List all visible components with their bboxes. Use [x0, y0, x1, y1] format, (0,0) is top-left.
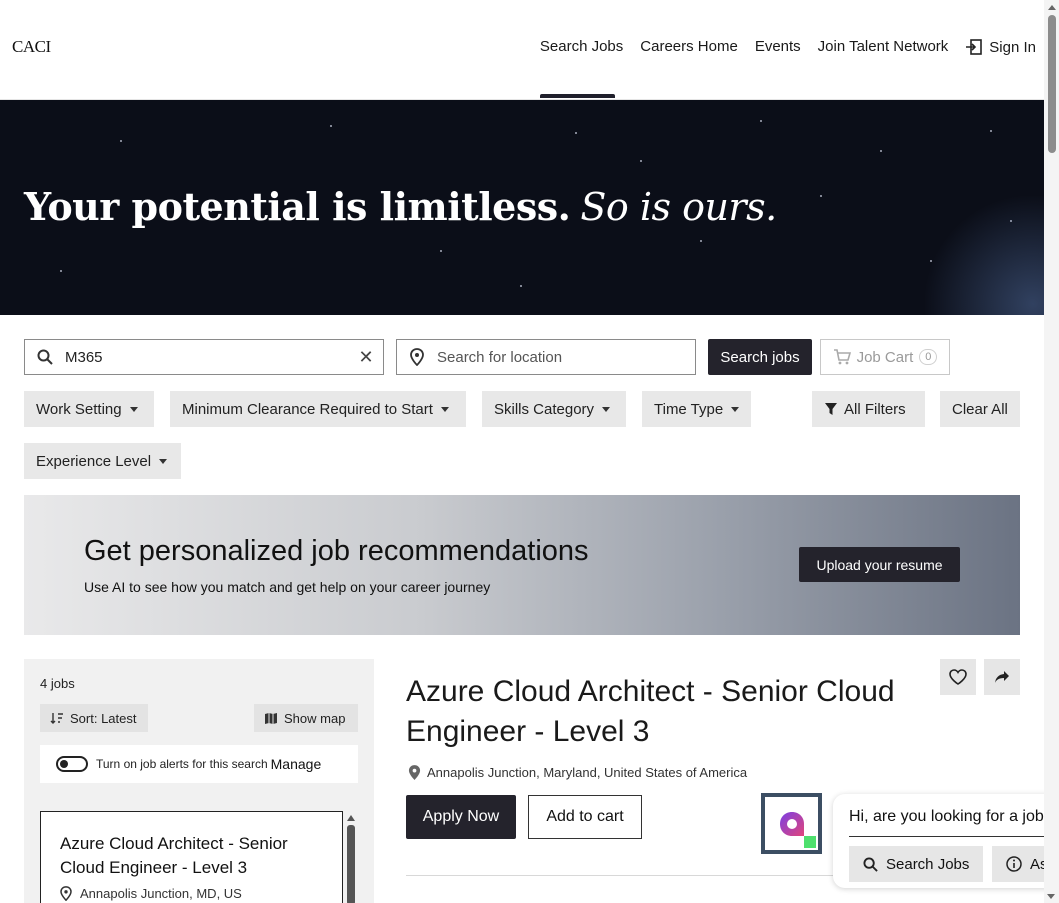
map-icon — [265, 712, 277, 724]
chat-chip-search-jobs[interactable]: Search Jobs — [849, 846, 984, 882]
location-pin-icon — [397, 348, 437, 366]
filter-clearance-label: Minimum Clearance Required to Start — [182, 400, 433, 418]
scroll-up-icon[interactable] — [1047, 5, 1056, 10]
cart-icon — [833, 349, 851, 365]
sort-icon — [50, 713, 63, 724]
filter-skills-category[interactable]: Skills Category — [482, 391, 626, 427]
all-filters-label: All Filters — [844, 400, 906, 418]
job-detail-location-text: Annapolis Junction, Maryland, United Sta… — [427, 765, 748, 780]
keyword-search[interactable]: M365 ✕ — [24, 339, 384, 375]
clear-icon[interactable]: ✕ — [349, 347, 383, 368]
apply-now-button[interactable]: Apply Now — [406, 795, 516, 839]
nav-sign-in[interactable]: Sign In — [965, 38, 1036, 56]
hero-title-italic: So is ours. — [580, 185, 777, 229]
scroll-down-icon[interactable] — [1047, 894, 1055, 899]
job-alerts-toggle[interactable] — [56, 756, 88, 772]
scroll-up-icon[interactable] — [347, 815, 355, 821]
job-detail-location: Annapolis Junction, Maryland, United Sta… — [408, 764, 747, 781]
hero-title-main: Your potential is limitless. — [24, 184, 571, 229]
show-map-button[interactable]: Show map — [254, 704, 358, 732]
chevron-down-icon — [129, 406, 138, 412]
job-count: 4 jobs — [40, 676, 75, 691]
filter-clearance[interactable]: Minimum Clearance Required to Start — [170, 391, 466, 427]
filter-experience-level[interactable]: Experience Level — [24, 443, 181, 479]
location-input[interactable]: Search for location — [437, 349, 695, 366]
job-cart-button[interactable]: Job Cart 0 — [820, 339, 950, 375]
job-card-title: Azure Cloud Architect - Senior Cloud Eng… — [60, 834, 288, 877]
chat-chip-search-label: Search Jobs — [886, 855, 970, 873]
info-icon — [1006, 856, 1022, 872]
manage-alerts-link[interactable]: Manage — [271, 756, 322, 772]
heart-icon — [949, 669, 967, 685]
upload-resume-button[interactable]: Upload your resume — [799, 547, 960, 582]
page-scrollbar[interactable] — [1044, 0, 1059, 903]
filter-work-setting[interactable]: Work Setting — [24, 391, 154, 427]
results-scroll-thumb[interactable] — [347, 825, 355, 903]
hero-banner: Your potential is limitless. So is ours. — [0, 100, 1044, 315]
job-card[interactable]: Azure Cloud Architect - Senior Cloud Eng… — [40, 811, 343, 903]
clear-all-label: Clear All — [952, 400, 1008, 418]
search-icon — [25, 349, 65, 365]
banner-title: Get personalized job recommendations — [84, 535, 589, 567]
chat-message: Hi, are you looking for a job — [849, 808, 1044, 825]
job-detail-title: Azure Cloud Architect - Senior Cloud Eng… — [406, 675, 895, 748]
sign-in-icon — [966, 39, 983, 55]
chevron-down-icon — [602, 406, 611, 412]
results-scrollbar[interactable] — [345, 815, 357, 903]
sort-label: Sort: Latest — [70, 710, 137, 726]
cart-count-badge: 0 — [919, 349, 938, 365]
share-job-button[interactable] — [984, 659, 1020, 695]
job-alerts-row: Turn on job alerts for this search Manag… — [40, 745, 358, 783]
keyword-input[interactable]: M365 — [65, 349, 349, 366]
job-alerts-label: Turn on job alerts for this search — [96, 757, 268, 771]
location-pin-icon — [408, 765, 421, 780]
filter-work-setting-label: Work Setting — [36, 400, 122, 418]
page-scroll-thumb[interactable] — [1047, 15, 1056, 153]
sign-in-label: Sign In — [989, 38, 1036, 56]
chevron-down-icon — [159, 458, 168, 464]
filter-experience-label: Experience Level — [36, 452, 152, 470]
search-icon — [863, 856, 878, 872]
share-icon — [995, 671, 1009, 683]
chatbot-logo-icon — [779, 811, 804, 836]
chevron-down-icon — [731, 406, 740, 412]
chevron-down-icon — [440, 406, 449, 412]
filter-time-type[interactable]: Time Type — [642, 391, 751, 427]
online-status-dot — [804, 836, 816, 848]
nav-careers-home[interactable]: Careers Home — [640, 38, 738, 56]
chatbot-avatar[interactable] — [761, 793, 822, 854]
location-search[interactable]: Search for location — [396, 339, 696, 375]
save-job-button[interactable] — [940, 659, 976, 695]
hero-title: Your potential is limitless. So is ours. — [24, 184, 777, 229]
add-to-cart-button[interactable]: Add to cart — [528, 795, 642, 839]
job-card-location-text: Annapolis Junction, MD, US — [80, 886, 242, 901]
clear-all-button[interactable]: Clear All — [940, 391, 1020, 427]
recommendations-banner: Get personalized job recommendations Use… — [24, 495, 1020, 635]
show-map-label: Show map — [284, 710, 346, 726]
site-header: CACI Search Jobs Careers Home Events Joi… — [0, 0, 1044, 100]
nav-join-talent-network[interactable]: Join Talent Network — [818, 38, 949, 56]
results-panel: 4 jobs Sort: Latest Show map Turn on job… — [24, 659, 374, 903]
caci-logo[interactable]: CACI — [12, 37, 51, 57]
chat-widget: Hi, are you looking for a job Search Job… — [833, 794, 1059, 888]
nav-search-jobs[interactable]: Search Jobs — [539, 38, 623, 98]
banner-subtitle: Use AI to see how you match and get help… — [84, 579, 491, 595]
nav-events[interactable]: Events — [755, 38, 801, 56]
location-pin-icon — [60, 886, 72, 901]
filter-skills-label: Skills Category — [494, 400, 595, 418]
search-jobs-button[interactable]: Search jobs — [708, 339, 812, 375]
job-card-location: Annapolis Junction, MD, US — [60, 886, 323, 901]
sort-button[interactable]: Sort: Latest — [40, 704, 148, 732]
funnel-icon — [825, 403, 837, 415]
job-cart-label: Job Cart — [856, 348, 914, 366]
filter-time-type-label: Time Type — [654, 400, 724, 418]
all-filters-button[interactable]: All Filters — [812, 391, 925, 427]
main-nav: Search Jobs Careers Home Events Join Tal… — [539, 38, 1036, 98]
